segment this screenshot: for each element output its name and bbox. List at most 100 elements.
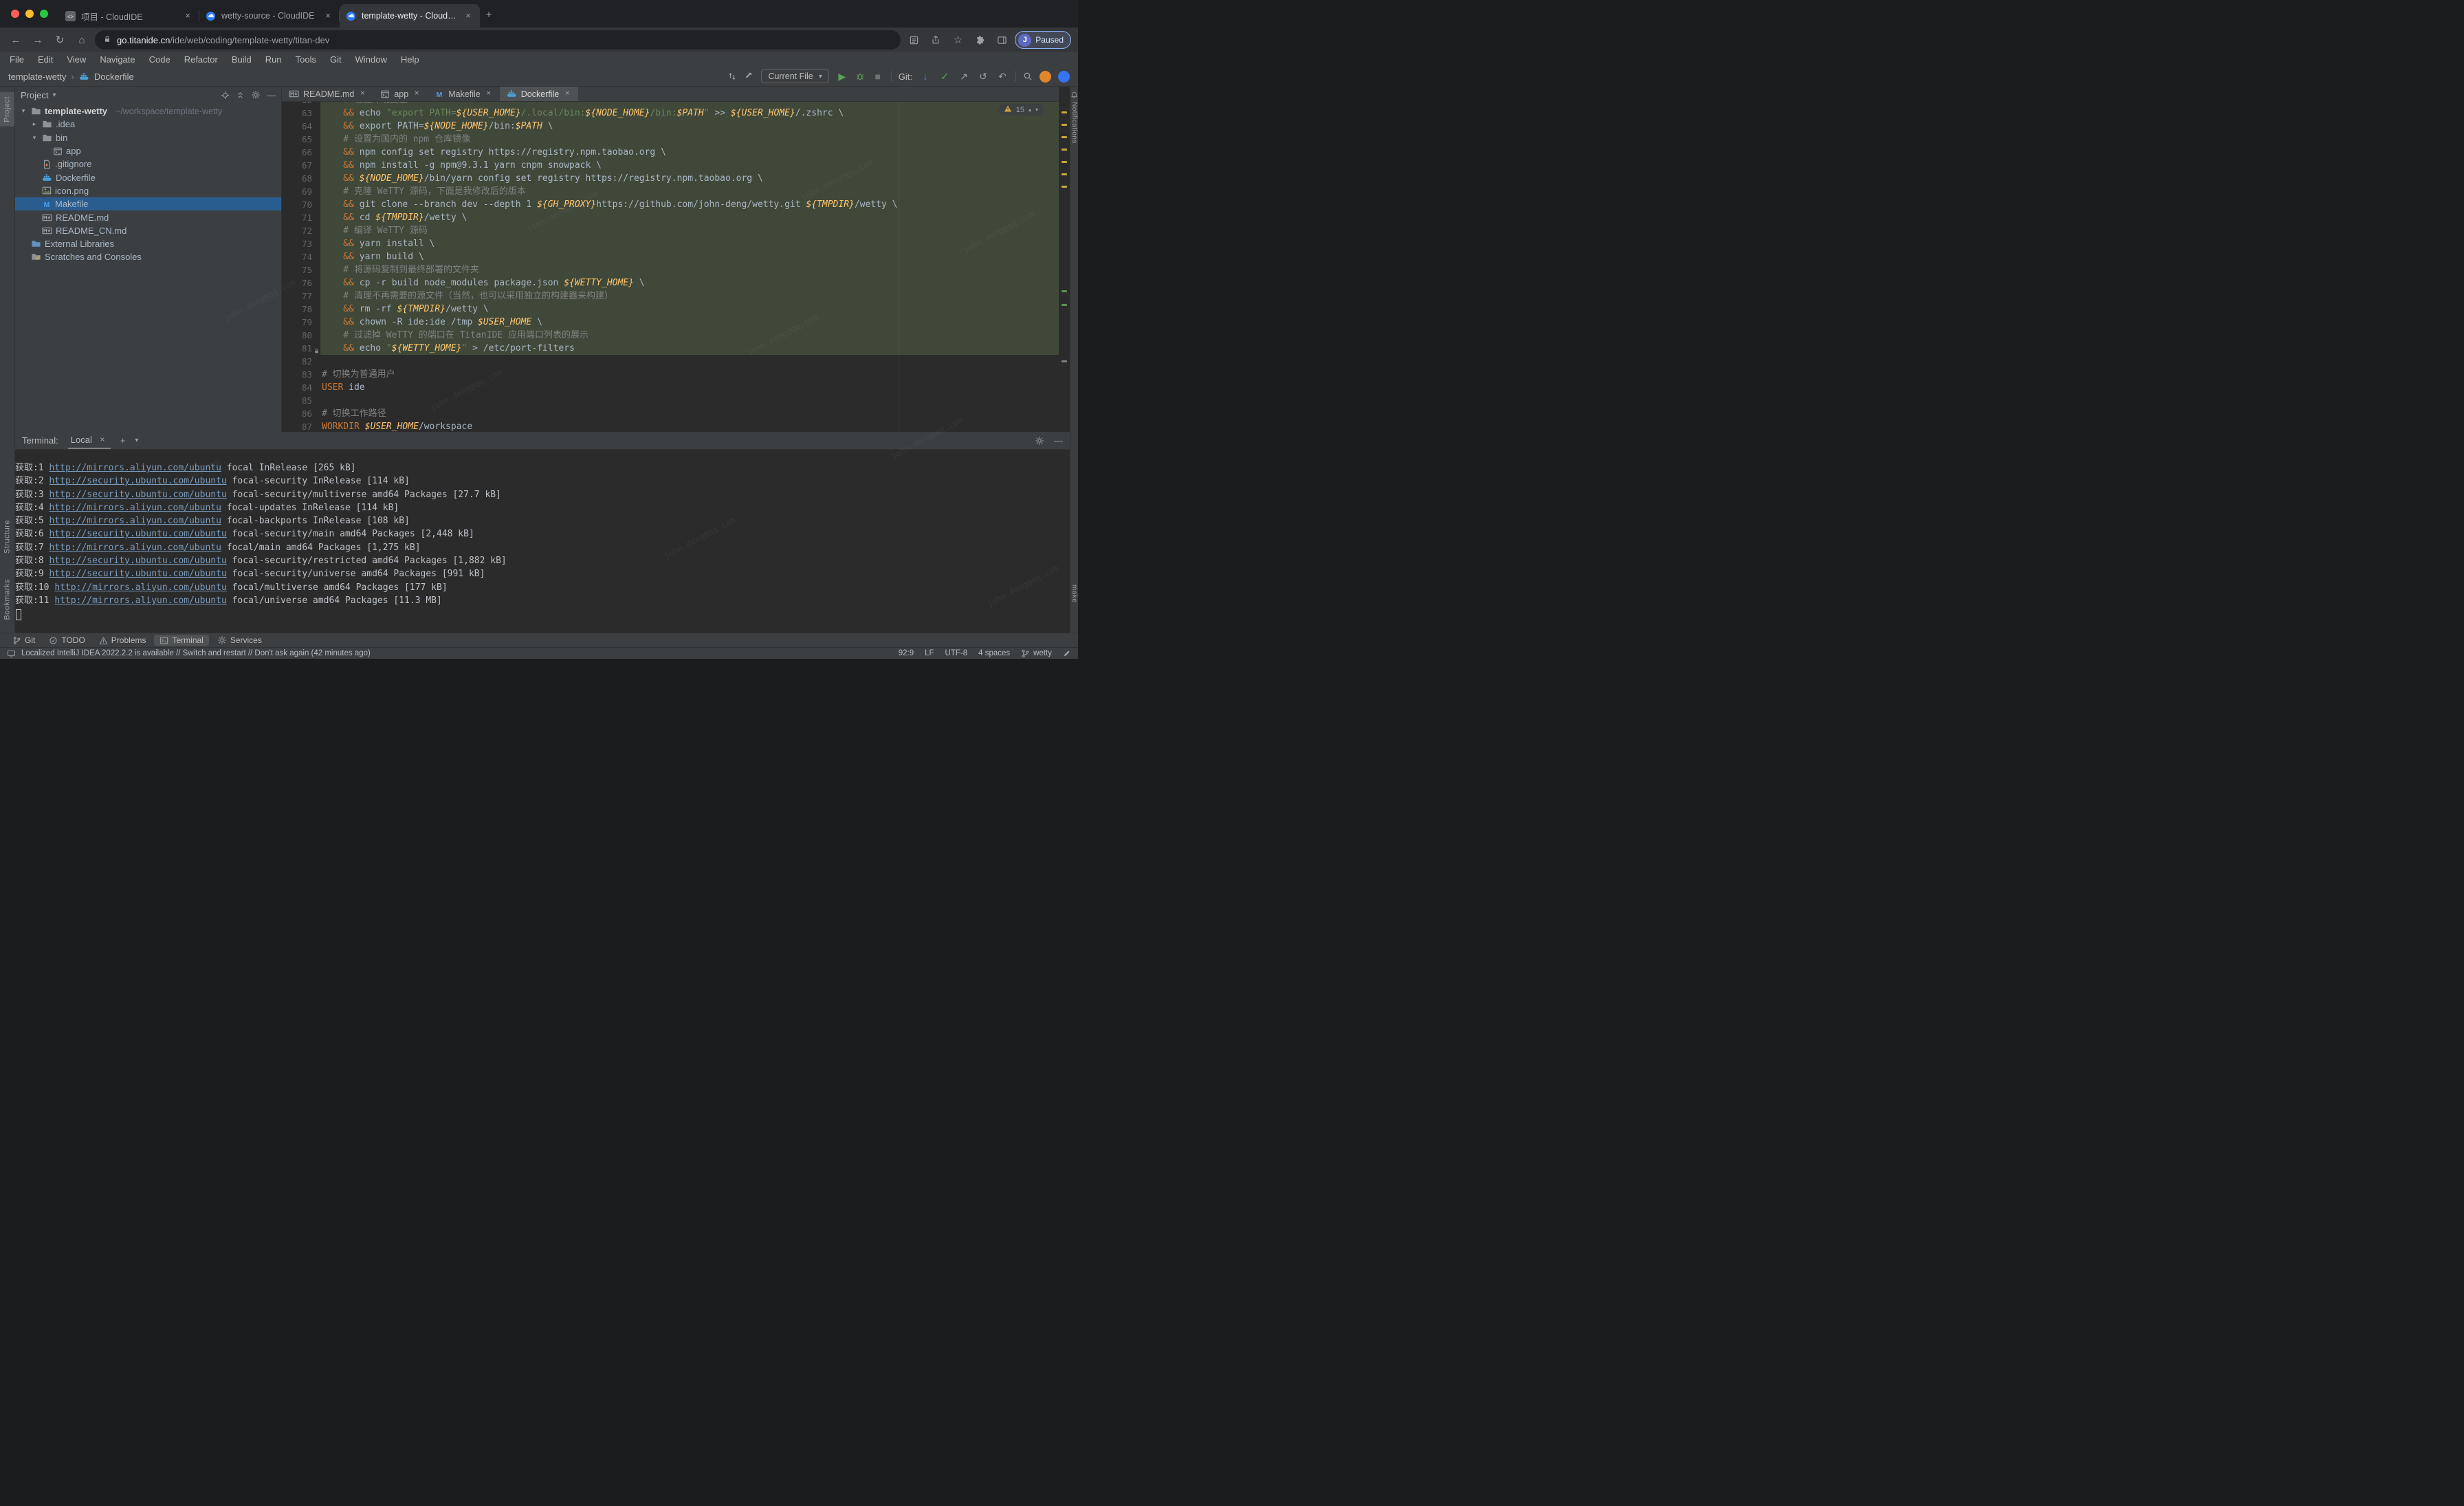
search-everywhere-icon[interactable] (1023, 72, 1033, 81)
stripe-mark[interactable] (1062, 304, 1067, 306)
menu-help[interactable]: Help (394, 53, 426, 66)
toolwindow-terminal[interactable]: Terminal (154, 635, 208, 646)
terminal-tab-local[interactable]: Local × (68, 432, 111, 449)
tab-close-icon[interactable]: × (485, 89, 493, 100)
tree-item-dockerfile[interactable]: Dockerfile (15, 171, 281, 184)
stripe-mark[interactable] (1062, 161, 1067, 163)
toolwindow-todo[interactable]: TODO (43, 635, 90, 646)
hide-panel-icon[interactable]: — (1054, 435, 1063, 446)
reload-icon[interactable]: ↻ (51, 31, 69, 49)
terminal-link[interactable]: http://mirrors.aliyun.com/ubuntu (54, 582, 226, 593)
terminal-link[interactable]: http://security.ubuntu.com/ubuntu (49, 529, 226, 539)
history-icon[interactable]: ↺ (977, 69, 989, 83)
prev-problem-icon[interactable]: ▴ (1028, 107, 1031, 113)
tree-item-.idea[interactable]: ▸.idea (15, 118, 281, 131)
stop-button[interactable]: ■ (872, 69, 884, 83)
line-number[interactable]: 82 (282, 355, 320, 368)
tab-close-icon[interactable]: × (463, 10, 474, 21)
new-terminal-icon[interactable]: + (120, 435, 126, 446)
push-icon[interactable]: ↗ (958, 69, 970, 83)
line-number[interactable]: 68 (282, 172, 320, 185)
line-number[interactable]: 87 (282, 420, 320, 432)
line-number[interactable]: 70 (282, 198, 320, 211)
line-number[interactable]: 77 (282, 290, 320, 303)
menu-refactor[interactable]: Refactor (177, 53, 225, 66)
line-number[interactable]: 66 (282, 146, 320, 159)
stripe-make[interactable]: make (1070, 585, 1078, 602)
line-number[interactable]: 67 (282, 159, 320, 172)
tree-item-externallibraries[interactable]: External Libraries (15, 237, 281, 250)
update-project-icon[interactable]: ↓ (919, 69, 932, 83)
stripe-mark[interactable] (1062, 186, 1067, 188)
stripe-structure[interactable]: Structure (0, 520, 14, 554)
terminal-link[interactable]: http://mirrors.aliyun.com/ubuntu (49, 503, 221, 513)
stripe-mark[interactable] (1062, 360, 1067, 362)
line-number[interactable]: 75 (282, 263, 320, 276)
terminal-link[interactable]: http://security.ubuntu.com/ubuntu (49, 490, 226, 500)
project-panel-title[interactable]: Project (21, 90, 48, 100)
status-message[interactable]: Localized IntelliJ IDEA 2022.2.2 is avai… (21, 649, 371, 657)
forward-icon[interactable]: → (29, 31, 47, 49)
close-icon[interactable]: × (97, 435, 108, 446)
line-number[interactable]: 83 (282, 368, 320, 381)
tab-close-icon[interactable]: × (358, 89, 366, 100)
stripe-mark[interactable] (1062, 290, 1067, 292)
menu-code[interactable]: Code (142, 53, 177, 66)
tree-item-readme_cn.md[interactable]: README_CN.md (15, 224, 281, 237)
back-icon[interactable]: ← (7, 31, 25, 49)
terminal-settings-icon[interactable] (1035, 436, 1044, 446)
editor-body[interactable]: 62# 设置环境变量63&& echo "export PATH=${USER_… (282, 102, 1059, 432)
line-number[interactable]: 73 (282, 237, 320, 250)
profile-paused-badge[interactable]: J Paused (1015, 31, 1071, 49)
line-number[interactable]: 81 (282, 342, 320, 355)
terminal-link[interactable]: http://mirrors.aliyun.com/ubuntu (49, 516, 221, 526)
menu-view[interactable]: View (60, 53, 93, 66)
new-tab-button[interactable]: + (480, 6, 498, 23)
line-number[interactable]: 74 (282, 250, 320, 263)
locate-file-icon[interactable] (221, 91, 230, 100)
tree-item-makefile[interactable]: MMakefile (15, 197, 281, 210)
home-icon[interactable]: ⌂ (73, 31, 91, 49)
status-4-spaces[interactable]: 4 spaces (978, 649, 1010, 657)
terminal-link[interactable]: http://mirrors.aliyun.com/ubuntu (49, 463, 221, 473)
tree-item-readme.md[interactable]: README.md (15, 210, 281, 223)
menu-git[interactable]: Git (323, 53, 349, 66)
line-number[interactable]: 69 (282, 185, 320, 198)
reading-list-icon[interactable] (905, 31, 923, 49)
chevron-down-icon[interactable]: ▾ (52, 91, 56, 99)
menu-window[interactable]: Window (349, 53, 394, 66)
tab-close-icon[interactable]: × (563, 89, 571, 100)
menu-run[interactable]: Run (258, 53, 289, 66)
line-number[interactable]: 63 (282, 107, 320, 120)
minimize-window-button[interactable] (25, 10, 34, 18)
editor-tab-readme.md[interactable]: README.md× (282, 87, 373, 101)
maximize-window-button[interactable] (40, 10, 48, 18)
browser-tab[interactable]: wetty-source - CloudIDE× (199, 4, 340, 28)
code-area[interactable]: 62# 设置环境变量63&& echo "export PATH=${USER_… (282, 102, 1059, 432)
line-number[interactable]: 80 (282, 329, 320, 342)
stripe-project[interactable]: Project (0, 92, 14, 127)
tree-item-bin[interactable]: ▾bin (15, 131, 281, 144)
stripe-mark[interactable] (1062, 111, 1067, 113)
browser-tab[interactable]: template-wetty - CloudIDE× (340, 4, 480, 28)
share-icon[interactable] (927, 31, 945, 49)
line-number[interactable]: 76 (282, 276, 320, 290)
tree-open-arrow-icon[interactable]: ▾ (19, 107, 28, 115)
tree-item-.gitignore[interactable]: .gitignore (15, 157, 281, 171)
tree-open-arrow-icon[interactable]: ▾ (30, 134, 38, 142)
tree-item-scratchesandconsoles[interactable]: Scratches and Consoles (15, 250, 281, 263)
collapse-all-icon[interactable] (236, 91, 245, 100)
status-pencil[interactable] (1063, 649, 1071, 657)
commit-icon[interactable]: ✓ (938, 69, 951, 83)
menu-tools[interactable]: Tools (289, 53, 323, 66)
terminal-link[interactable]: http://mirrors.aliyun.com/ubuntu (54, 596, 226, 606)
status-utf-8[interactable]: UTF-8 (945, 649, 968, 657)
line-number[interactable]: 84 (282, 381, 320, 394)
side-panel-icon[interactable] (993, 31, 1011, 49)
line-number[interactable]: 72 (282, 224, 320, 237)
user-avatar[interactable] (1058, 71, 1070, 83)
breadcrumb-project[interactable]: template-wetty (8, 72, 67, 82)
line-number[interactable]: 85 (282, 394, 320, 407)
status-92-9[interactable]: 92:9 (899, 649, 914, 657)
close-window-button[interactable] (11, 10, 19, 18)
